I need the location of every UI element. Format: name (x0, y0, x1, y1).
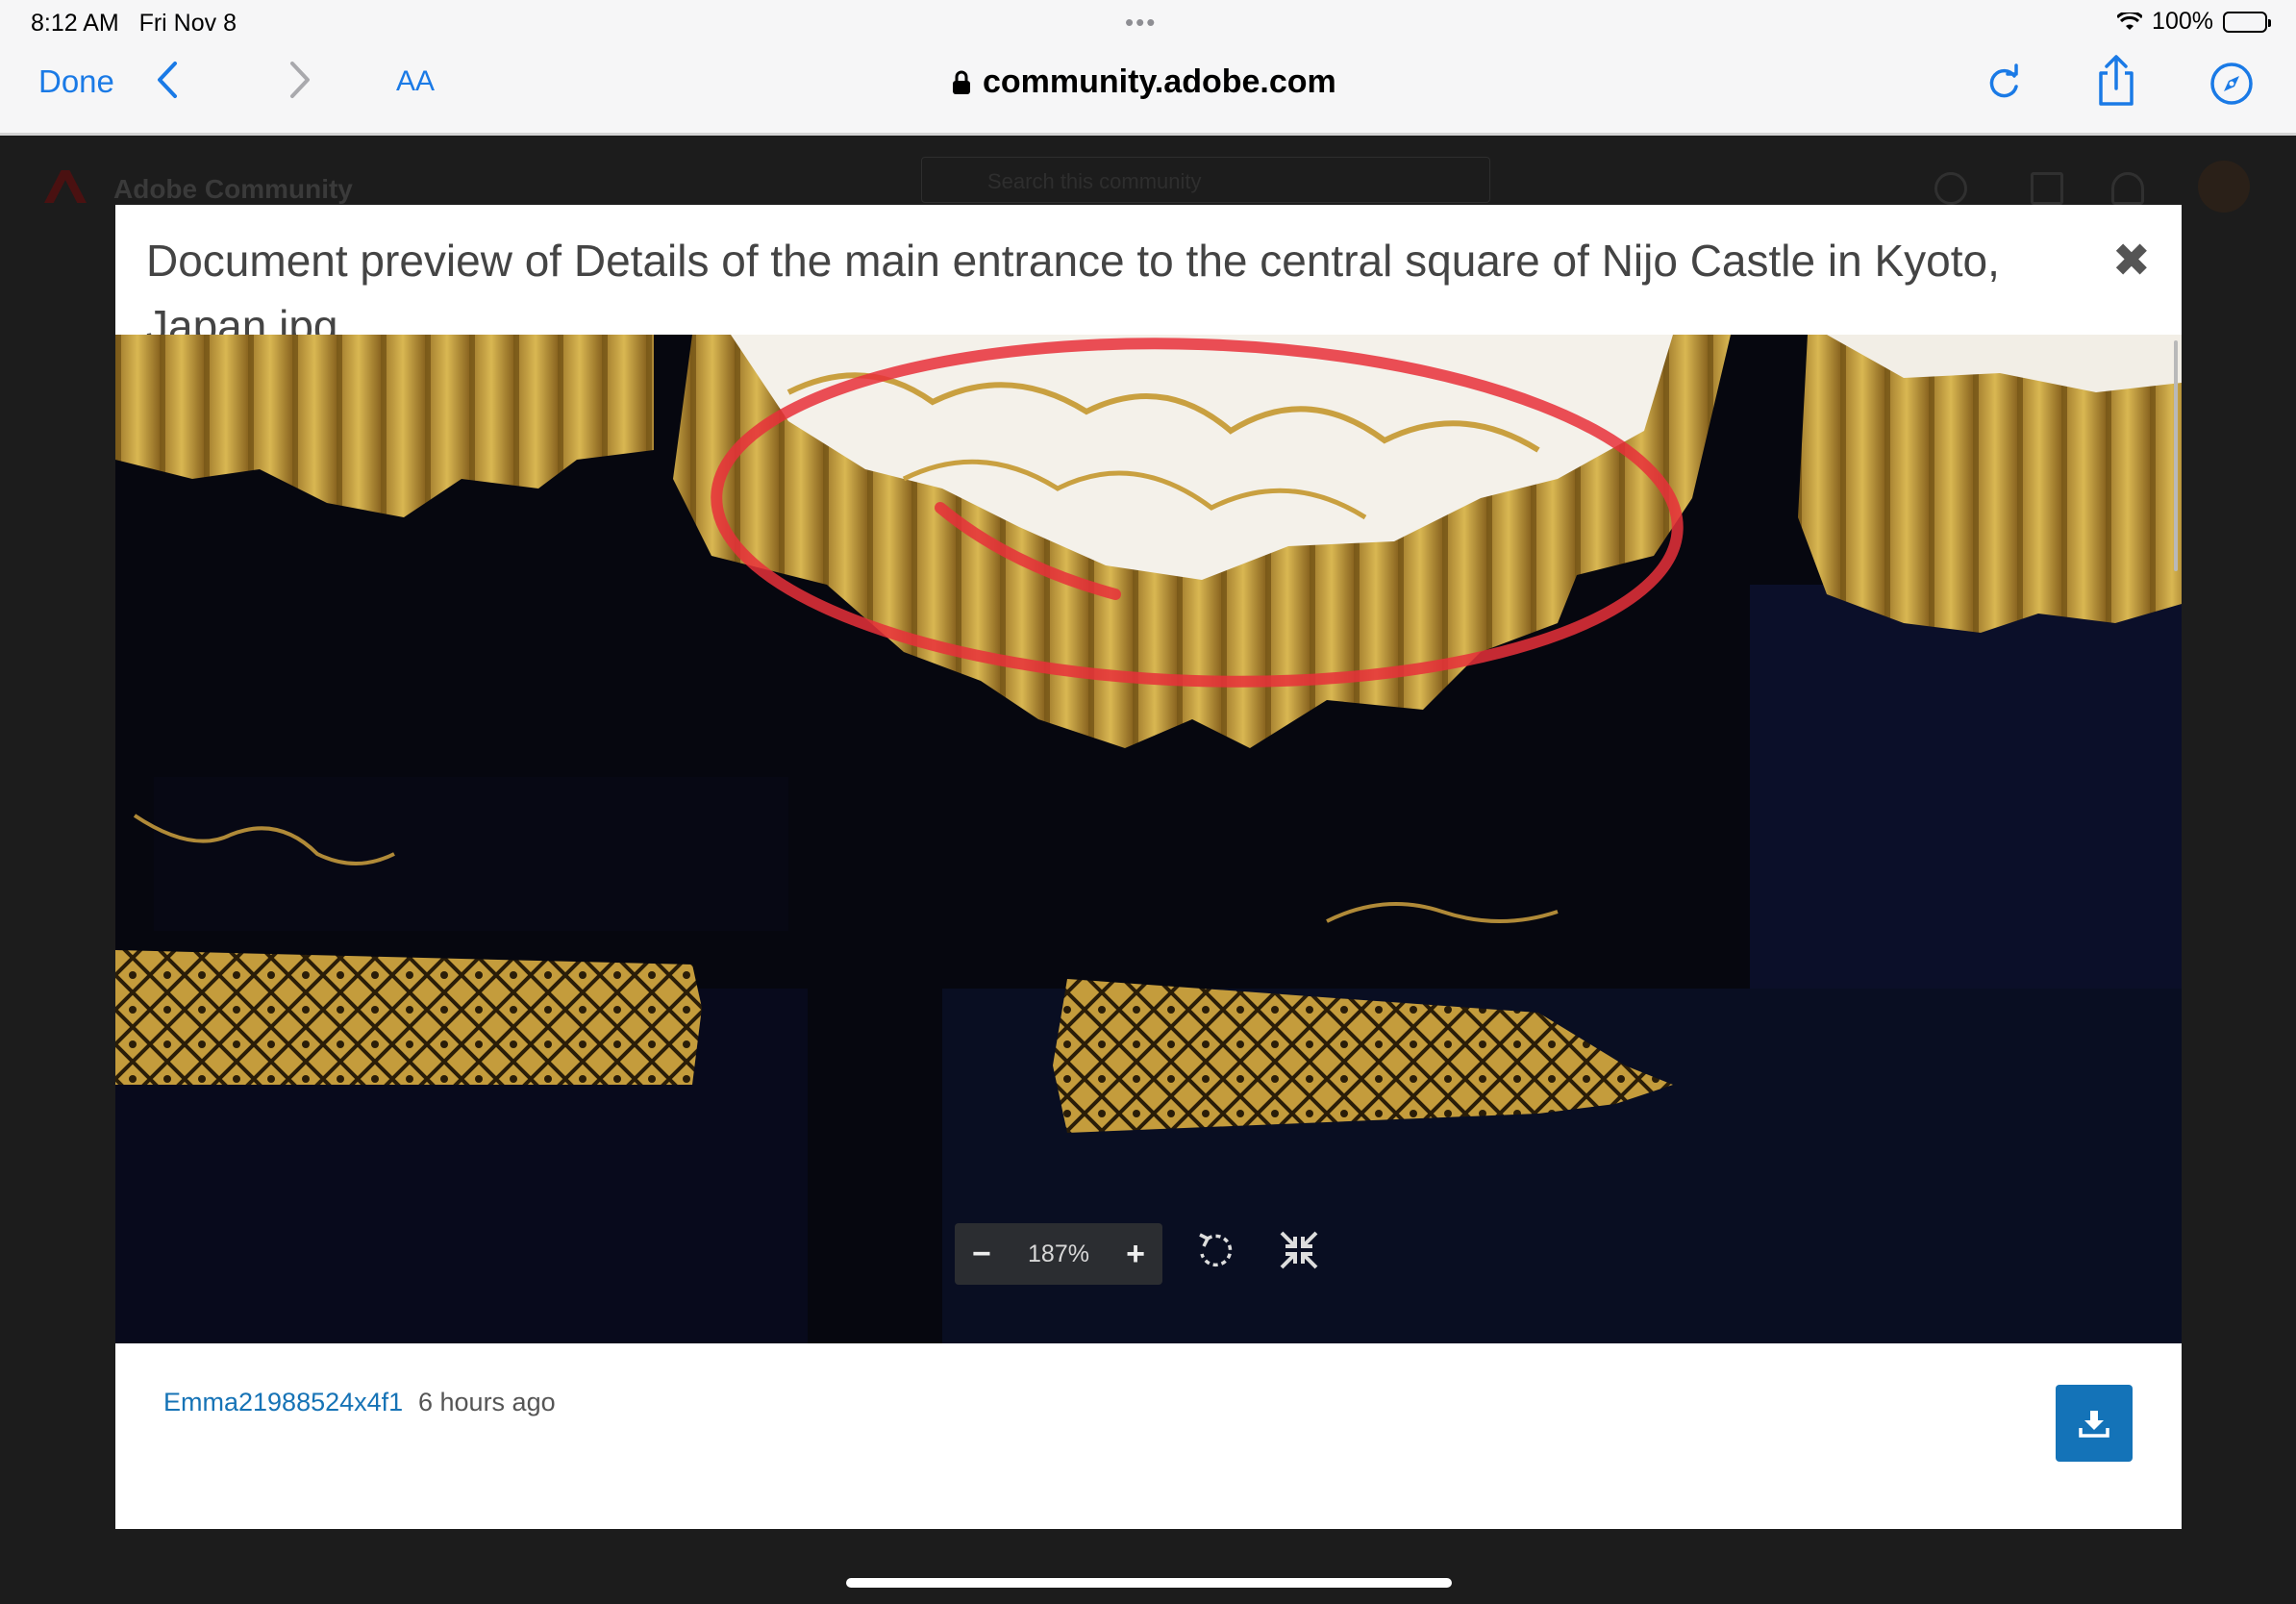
download-icon (2079, 1411, 2109, 1438)
share-icon[interactable] (2096, 54, 2136, 113)
done-button[interactable]: Done (38, 63, 114, 100)
bell-icon[interactable] (2111, 172, 2144, 205)
wifi-icon (2117, 12, 2143, 30)
close-icon[interactable]: ✖ (2112, 234, 2151, 288)
author-link[interactable]: Emma21988524x4f1 (163, 1388, 403, 1417)
adobe-community-title: Adobe Community (113, 174, 353, 204)
fit-to-screen-icon[interactable] (1278, 1229, 1320, 1276)
adobe-community-header: Adobe Community Search this community (0, 136, 2296, 213)
post-timestamp: 6 hours ago (418, 1388, 556, 1416)
status-date: Fri Nov 8 (138, 10, 237, 37)
forward-icon[interactable] (287, 60, 313, 105)
battery-icon (2223, 11, 2271, 33)
preview-scrollbar[interactable] (2174, 340, 2178, 571)
reader-text-size-button[interactable]: AA (396, 65, 435, 98)
home-indicator[interactable] (846, 1578, 1452, 1588)
globe-icon[interactable] (1934, 172, 1967, 205)
reload-icon[interactable] (1984, 63, 2023, 107)
zoom-in-button[interactable]: + (1126, 1236, 1145, 1273)
mail-icon[interactable] (2031, 172, 2063, 205)
safari-toolbar: Done AA community.adobe.com (0, 44, 2296, 136)
multitasking-dots-icon[interactable]: ••• (1125, 8, 1157, 38)
compass-icon[interactable] (2209, 62, 2254, 111)
adobe-logo-icon (44, 170, 87, 203)
download-button[interactable] (2056, 1385, 2133, 1462)
status-bar: 8:12 AM Fri Nov 8 ••• 100% (0, 0, 2296, 44)
castle-detail-photo (115, 335, 2182, 1343)
image-preview[interactable]: − 187% + (115, 335, 2182, 1343)
url-text: community.adobe.com (983, 63, 1336, 100)
zoom-level: 187% (1028, 1240, 1089, 1267)
status-right: 100% (2117, 8, 2271, 36)
zoom-controls: − 187% + (955, 1223, 1162, 1285)
address-bar[interactable]: community.adobe.com (952, 63, 1336, 101)
document-preview-modal: Document preview of Details of the main … (115, 205, 2182, 1529)
status-time: 8:12 AM Fri Nov 8 (31, 10, 237, 37)
rotate-icon[interactable] (1194, 1229, 1236, 1276)
community-search-input[interactable]: Search this community (921, 157, 1490, 203)
lock-icon (953, 70, 970, 94)
back-icon[interactable] (154, 60, 181, 105)
user-avatar[interactable] (2198, 161, 2250, 213)
battery-percent: 100% (2152, 8, 2213, 35)
zoom-out-button[interactable]: − (972, 1236, 991, 1273)
